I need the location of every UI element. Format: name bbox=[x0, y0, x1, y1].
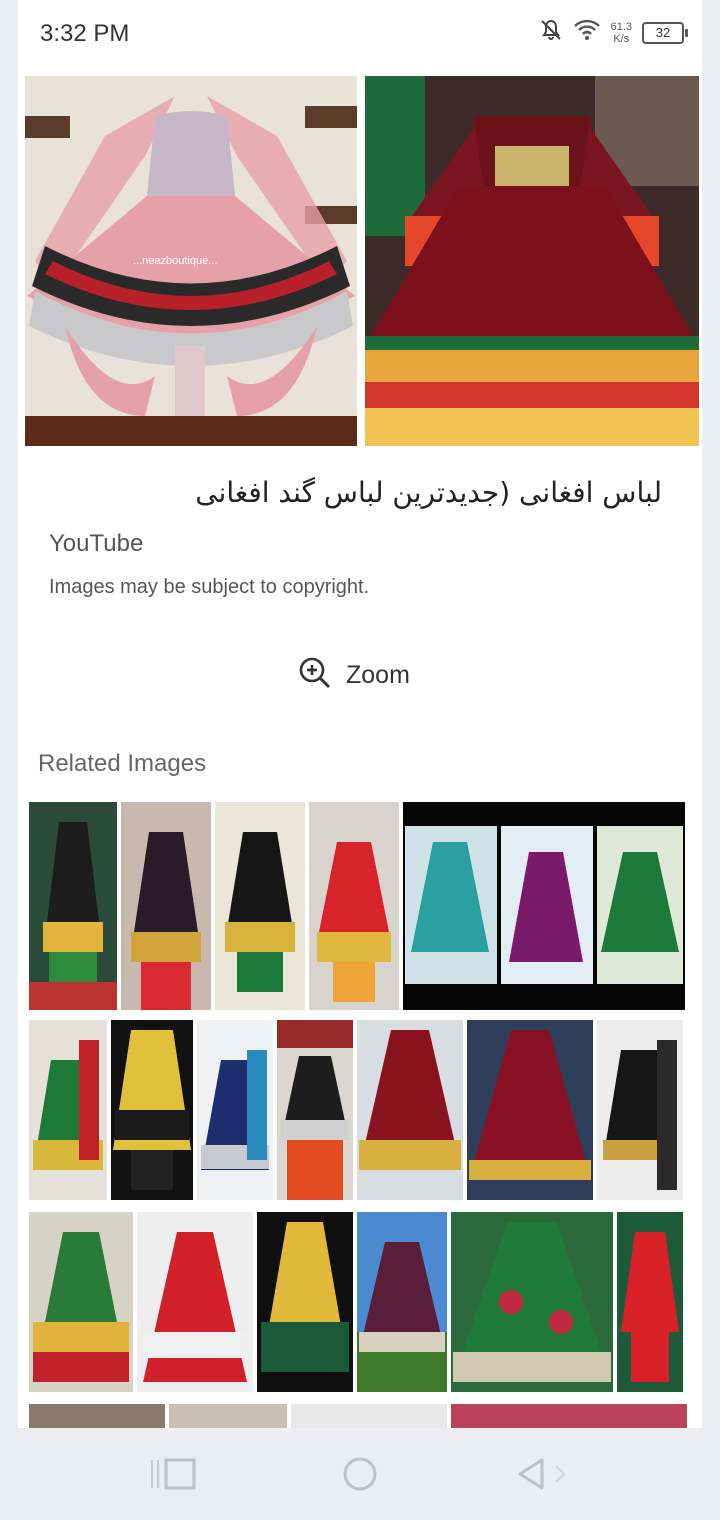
status-bar: 3:32 PM 61.3 K/s 32 bbox=[18, 0, 702, 70]
image-viewer-page: 3:32 PM 61.3 K/s 32 ...neazboutique... ل… bbox=[18, 0, 702, 1520]
related-thumbnail[interactable] bbox=[111, 1020, 193, 1200]
status-icons: 61.3 K/s 32 bbox=[539, 18, 688, 47]
related-thumbnail-collage[interactable] bbox=[403, 802, 685, 1010]
navigation-bar bbox=[18, 1428, 702, 1520]
related-thumbnail[interactable] bbox=[467, 1020, 593, 1200]
related-row-3 bbox=[29, 1212, 693, 1392]
network-speed-unit: K/s bbox=[613, 32, 630, 45]
related-row-2 bbox=[29, 1020, 693, 1200]
hero-image-pair[interactable]: ...neazboutique... bbox=[25, 76, 699, 446]
status-time: 3:32 PM bbox=[40, 20, 130, 47]
related-thumbnail[interactable] bbox=[197, 1020, 273, 1200]
related-thumbnail[interactable] bbox=[451, 1404, 687, 1428]
zoom-in-icon bbox=[298, 656, 332, 695]
related-thumbnail[interactable] bbox=[29, 802, 117, 1010]
screen-frame-left bbox=[0, 0, 18, 1520]
network-speed-value: 61.3 bbox=[610, 20, 632, 33]
hero-image-red-dress[interactable] bbox=[365, 76, 699, 446]
hero-watermark: ...neazboutique... bbox=[133, 255, 217, 267]
mute-bell-icon bbox=[539, 18, 563, 47]
back-icon[interactable] bbox=[514, 1456, 574, 1497]
network-speed: 61.3 K/s bbox=[611, 21, 632, 45]
related-thumbnail[interactable] bbox=[215, 802, 305, 1010]
related-thumbnail[interactable] bbox=[309, 802, 399, 1010]
hero-image-pink-dress[interactable]: ...neazboutique... bbox=[25, 76, 357, 446]
related-thumbnail[interactable] bbox=[169, 1404, 287, 1428]
zoom-label: Zoom bbox=[346, 661, 410, 689]
related-row-1 bbox=[29, 802, 693, 1010]
related-row-4 bbox=[29, 1404, 693, 1428]
related-thumbnail[interactable] bbox=[257, 1212, 353, 1392]
related-images-heading: Related Images bbox=[38, 750, 207, 777]
related-thumbnail[interactable] bbox=[357, 1020, 463, 1200]
zoom-button[interactable]: Zoom bbox=[298, 656, 410, 695]
home-icon[interactable] bbox=[342, 1456, 378, 1497]
related-thumbnail[interactable] bbox=[121, 802, 211, 1010]
related-thumbnail[interactable] bbox=[29, 1212, 133, 1392]
related-thumbnail[interactable] bbox=[451, 1212, 613, 1392]
related-thumbnail[interactable] bbox=[277, 1020, 353, 1200]
battery-level: 32 bbox=[655, 24, 671, 40]
wifi-icon bbox=[573, 19, 601, 46]
recent-apps-icon[interactable] bbox=[148, 1456, 208, 1497]
result-source[interactable]: YouTube bbox=[49, 530, 143, 558]
related-thumbnail[interactable] bbox=[29, 1020, 107, 1200]
result-title[interactable]: لباس افغانی (جدیدترین لباس گند افغانی bbox=[195, 476, 662, 509]
related-thumbnail[interactable] bbox=[617, 1212, 683, 1392]
copyright-notice: Images may be subject to copyright. bbox=[49, 576, 370, 598]
related-thumbnail[interactable] bbox=[291, 1404, 447, 1428]
related-thumbnail[interactable] bbox=[137, 1212, 253, 1392]
related-thumbnail[interactable] bbox=[29, 1404, 165, 1428]
screen-frame-right bbox=[702, 0, 720, 1520]
related-thumbnail[interactable] bbox=[357, 1212, 447, 1392]
related-thumbnail[interactable] bbox=[597, 1020, 683, 1200]
battery-icon: 32 bbox=[642, 21, 688, 44]
